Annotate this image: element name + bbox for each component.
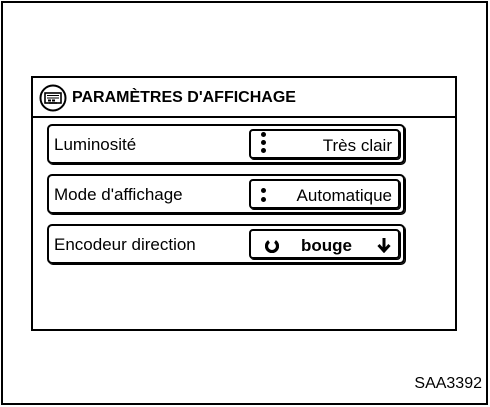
arrow-down-icon bbox=[377, 238, 391, 253]
encoder-direction-row[interactable]: Encodeur direction bouge bbox=[47, 224, 405, 264]
encoder-direction-value: bouge bbox=[301, 236, 352, 255]
brightness-label: Luminosité bbox=[54, 135, 137, 154]
figure-code: SAA3392 bbox=[414, 375, 482, 392]
brightness-row[interactable]: Luminosité Très clair bbox=[47, 124, 405, 164]
display-mode-label: Mode d'affichage bbox=[54, 185, 183, 204]
brightness-value: Très clair bbox=[322, 136, 392, 155]
screen-header: PARAMÈTRES D'AFFICHAGE bbox=[33, 78, 455, 118]
display-mode-value-box[interactable]: Automatique bbox=[249, 179, 400, 209]
encoder-direction-label: Encodeur direction bbox=[54, 235, 196, 254]
encoder-direction-value-box[interactable]: bouge bbox=[249, 229, 400, 259]
display-settings-screen: PARAMÈTRES D'AFFICHAGE Luminosité Très c… bbox=[31, 76, 457, 331]
display-mode-row[interactable]: Mode d'affichage Automatique bbox=[47, 174, 405, 214]
page-title: PARAMÈTRES D'AFFICHAGE bbox=[72, 89, 296, 106]
brightness-value-box[interactable]: Très clair bbox=[249, 129, 400, 159]
slider-dots-icon bbox=[261, 188, 267, 212]
figure-frame: PARAMÈTRES D'AFFICHAGE Luminosité Très c… bbox=[1, 1, 488, 405]
rotary-knob-icon bbox=[265, 240, 279, 253]
slider-dots-icon bbox=[261, 132, 267, 156]
display-mode-value: Automatique bbox=[296, 186, 392, 205]
display-settings-icon bbox=[39, 84, 67, 112]
